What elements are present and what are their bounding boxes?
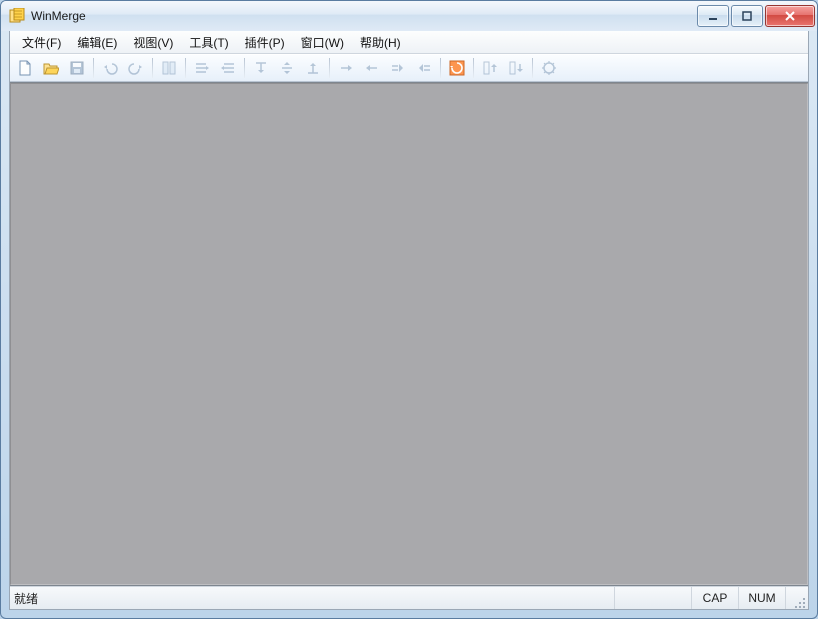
menu-file[interactable]: 文件(F) <box>14 32 69 53</box>
prev-diff-button[interactable] <box>478 56 502 80</box>
menu-view[interactable]: 视图(V) <box>125 32 181 53</box>
copy-left-button[interactable] <box>360 56 384 80</box>
minimize-button[interactable] <box>697 5 729 27</box>
refresh-icon <box>449 60 465 76</box>
status-blank-1 <box>615 587 692 609</box>
all-right-button[interactable] <box>216 56 240 80</box>
menu-edit[interactable]: 编辑(E) <box>69 32 125 53</box>
statusbar: 就绪 CAP NUM <box>10 586 808 609</box>
first-diff-icon <box>253 60 269 76</box>
copy-left-icon <box>364 60 380 76</box>
copy-right-adv-button[interactable] <box>386 56 410 80</box>
status-ready: 就绪 <box>10 587 615 609</box>
last-diff-button[interactable] <box>301 56 325 80</box>
menu-window[interactable]: 窗口(W) <box>293 32 352 53</box>
options-icon <box>541 60 557 76</box>
redo-icon <box>128 60 144 76</box>
copy-left-adv-icon <box>416 60 432 76</box>
all-left-button[interactable] <box>190 56 214 80</box>
window-title: WinMerge <box>31 9 86 23</box>
window-frame: WinMerge 文件(F) 编辑(E) 视图(V) 工具(T) 插件(P) 窗… <box>0 0 818 619</box>
first-diff-button[interactable] <box>249 56 273 80</box>
copy-right-icon <box>338 60 354 76</box>
redo-button[interactable] <box>124 56 148 80</box>
next-diff-button[interactable] <box>504 56 528 80</box>
resize-grip-icon <box>794 597 806 609</box>
status-num: NUM <box>739 587 786 609</box>
app-icon <box>9 8 25 24</box>
menu-help[interactable]: 帮助(H) <box>352 32 409 53</box>
save-icon <box>69 60 85 76</box>
new-button[interactable] <box>13 56 37 80</box>
menu-plugins[interactable]: 插件(P) <box>237 32 293 53</box>
copy-right-adv-icon <box>390 60 406 76</box>
diff-pane-button[interactable] <box>157 56 181 80</box>
next-diff-icon <box>508 60 524 76</box>
open-icon <box>43 60 59 76</box>
undo-icon <box>102 60 118 76</box>
save-button[interactable] <box>65 56 89 80</box>
new-icon <box>17 60 33 76</box>
close-button[interactable] <box>765 5 815 27</box>
undo-button[interactable] <box>98 56 122 80</box>
mdi-workspace <box>10 82 808 586</box>
toolbar <box>10 54 808 82</box>
prev-diff-icon <box>482 60 498 76</box>
maximize-button[interactable] <box>731 5 763 27</box>
all-right-icon <box>220 60 236 76</box>
options-button[interactable] <box>537 56 561 80</box>
all-left-icon <box>194 60 210 76</box>
menu-tools[interactable]: 工具(T) <box>181 32 236 53</box>
current-diff-button[interactable] <box>275 56 299 80</box>
menubar: 文件(F) 编辑(E) 视图(V) 工具(T) 插件(P) 窗口(W) 帮助(H… <box>10 31 808 54</box>
last-diff-icon <box>305 60 321 76</box>
diff-pane-icon <box>161 60 177 76</box>
resize-grip[interactable] <box>786 585 808 611</box>
current-diff-icon <box>279 60 295 76</box>
titlebar[interactable]: WinMerge <box>1 1 817 31</box>
status-cap: CAP <box>692 587 739 609</box>
refresh-button[interactable] <box>445 56 469 80</box>
open-button[interactable] <box>39 56 63 80</box>
copy-right-button[interactable] <box>334 56 358 80</box>
client-area: 文件(F) 编辑(E) 视图(V) 工具(T) 插件(P) 窗口(W) 帮助(H… <box>9 31 809 610</box>
copy-left-adv-button[interactable] <box>412 56 436 80</box>
window-controls <box>695 5 815 27</box>
